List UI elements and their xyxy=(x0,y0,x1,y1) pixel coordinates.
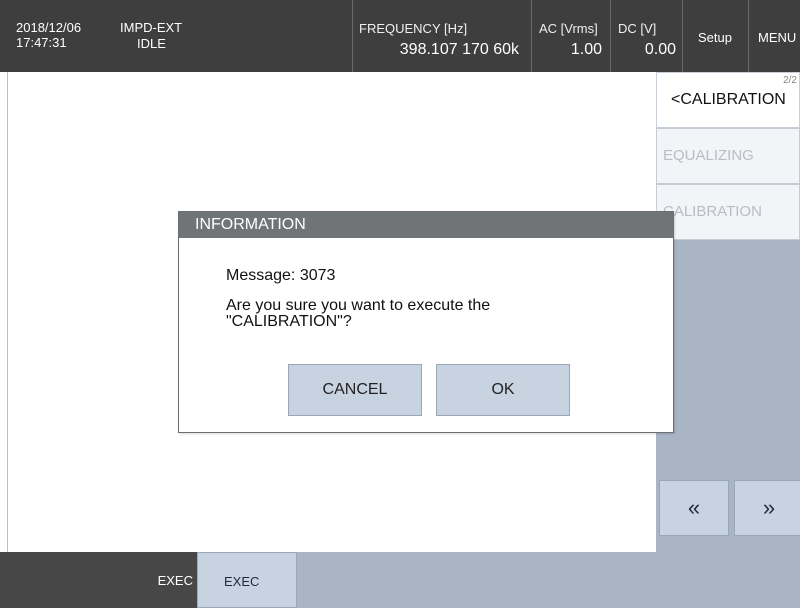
dialog-message-code: Message: 3073 xyxy=(226,267,336,284)
next-page-button[interactable]: » xyxy=(734,480,800,536)
cancel-button[interactable]: CANCEL xyxy=(288,364,422,416)
dc-label: DC [V] xyxy=(618,21,657,36)
time-text: 17:47:31 xyxy=(16,35,67,50)
dialog-title: INFORMATION xyxy=(195,216,306,233)
page-indicator: 2/2 xyxy=(783,75,797,86)
softkey-calibration[interactable]: CALIBRATION xyxy=(656,184,800,240)
ac-label: AC [Vrms] xyxy=(539,21,598,36)
exec-button-label: EXEC xyxy=(224,574,260,589)
exec-status-cell: EXEC xyxy=(0,552,197,608)
softkey-equalizing[interactable]: EQUALIZING xyxy=(656,128,800,184)
left-edge xyxy=(0,72,8,552)
frequency-cell[interactable]: FREQUENCY [Hz] 398.107 170 60k xyxy=(352,0,531,72)
exec-status-label: EXEC xyxy=(157,573,193,588)
mode-cell: IMPD-EXT IDLE xyxy=(112,0,352,72)
exec-button[interactable]: EXEC xyxy=(197,552,297,608)
dialog-question: Are you sure you want to execute the "CA… xyxy=(226,297,491,330)
ok-button[interactable]: OK xyxy=(436,364,570,416)
softkey-title-text: CALIBRATION xyxy=(680,91,786,108)
dc-value: 0.00 xyxy=(644,41,676,58)
mode-text: IMPD-EXT xyxy=(120,20,183,35)
status-bar: 2018/12/06 17:47:31 IMPD-EXT IDLE FREQUE… xyxy=(0,0,800,72)
softkey-label: EQUALIZING xyxy=(663,147,754,164)
softkey-label: CALIBRATION xyxy=(663,203,762,220)
setup-label: Setup xyxy=(698,30,732,45)
dialog-title-bar: INFORMATION xyxy=(179,212,673,238)
state-text: IDLE xyxy=(137,36,166,51)
bottom-bar: EXEC EXEC xyxy=(0,552,800,608)
chevron-left-icon: < xyxy=(671,91,681,108)
softkey-panel: <CALIBRATION 2/2 EQUALIZING CALIBRATION … xyxy=(656,72,800,552)
softkey-back-title: <CALIBRATION xyxy=(671,91,786,109)
datetime-cell: 2018/12/06 17:47:31 xyxy=(0,0,112,72)
prev-page-button[interactable]: « xyxy=(659,480,729,536)
information-dialog: INFORMATION Message: 3073 Are you sure y… xyxy=(178,211,674,433)
ac-cell[interactable]: AC [Vrms] 1.00 xyxy=(531,0,610,72)
ac-value: 1.00 xyxy=(570,41,602,58)
softkey-back-button[interactable]: <CALIBRATION 2/2 xyxy=(656,72,800,128)
menu-label: MENU xyxy=(758,30,797,45)
frequency-value: 398.107 170 60k xyxy=(399,41,519,58)
date-text: 2018/12/06 xyxy=(16,20,82,35)
menu-button[interactable]: MENU xyxy=(748,0,800,72)
dc-cell[interactable]: DC [V] 0.00 xyxy=(610,0,682,72)
setup-button[interactable]: Setup xyxy=(682,0,748,72)
frequency-label: FREQUENCY [Hz] xyxy=(359,21,468,36)
